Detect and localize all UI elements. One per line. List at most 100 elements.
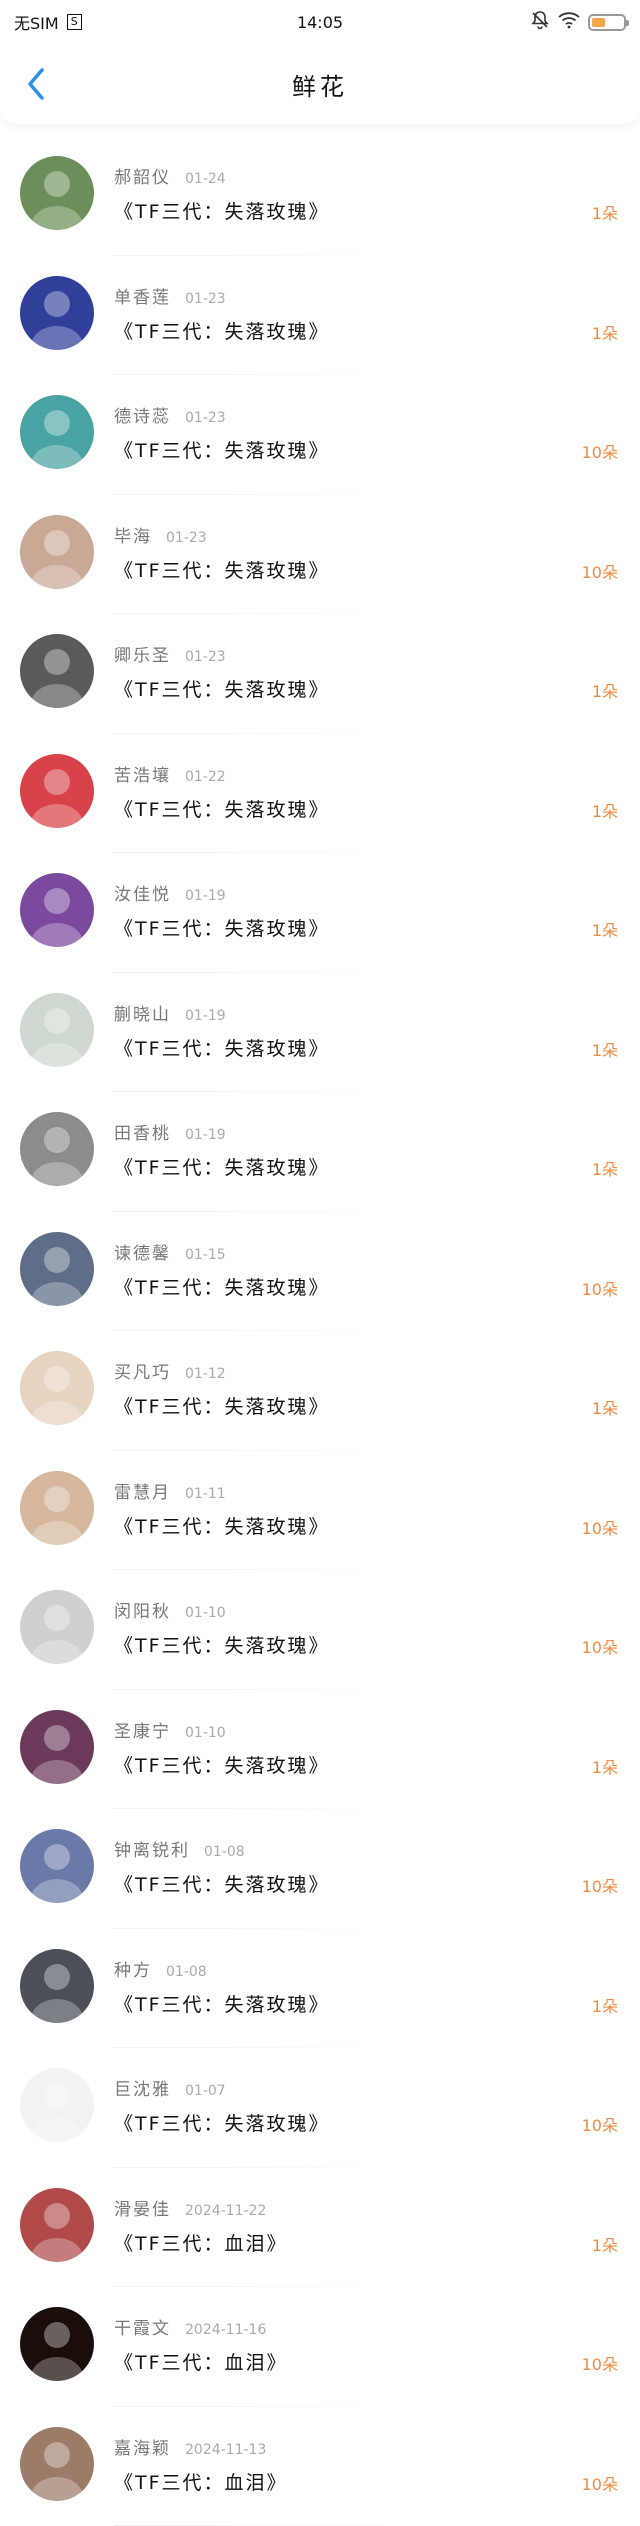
avatar[interactable] <box>20 515 94 589</box>
avatar[interactable] <box>20 634 94 708</box>
list-item[interactable]: 郝韶仪 01-24 《TF三代：失落玫瑰》 1朵 <box>0 136 640 256</box>
user-name: 蒯晓山 01-19 <box>114 1000 226 1025</box>
gift-date: 01-22 <box>185 769 226 785</box>
list-item[interactable]: 圣康宁01-10 《TF三代：失落玫瑰》 1朵 <box>0 1690 640 1810</box>
flower-count: 10朵 <box>582 1873 618 1897</box>
avatar[interactable] <box>20 276 94 350</box>
avatar[interactable] <box>20 1471 94 1545</box>
list-item[interactable]: 田香桃01-19 《TF三代：失落玫瑰》 1朵 <box>0 1092 640 1212</box>
list-item[interactable]: 谏德馨01-15 《TF三代：失落玫瑰》 10朵 <box>0 1212 640 1332</box>
user-name-text: 蒯晓山 <box>114 1005 171 1025</box>
gift-date: 01-10 <box>185 1605 226 1621</box>
avatar[interactable] <box>20 1710 94 1784</box>
user-name: 干霞文2024-11-16 <box>114 2314 266 2339</box>
user-name: 郝韶仪 01-24 <box>114 163 226 188</box>
user-name: 买凡巧01-12 <box>114 1358 226 1383</box>
avatar[interactable] <box>20 873 94 947</box>
book-title: 《TF三代：失落玫瑰》 <box>114 1751 330 1778</box>
list-item[interactable]: 闵阳秋01-10 《TF三代：失落玫瑰》 10朵 <box>0 1570 640 1690</box>
nav-header: 鲜花 <box>0 44 640 124</box>
avatar[interactable] <box>20 1351 94 1425</box>
sim-icon: S <box>67 14 82 30</box>
avatar[interactable] <box>20 1590 94 1664</box>
user-name: 种方 01-08 <box>114 1956 207 1981</box>
back-button[interactable] <box>18 64 54 104</box>
gift-date: 01-08 <box>166 1964 207 1980</box>
flower-count: 10朵 <box>582 1515 618 1539</box>
book-title: 《TF三代：失落玫瑰》 <box>114 1512 330 1539</box>
flower-count: 10朵 <box>582 439 618 463</box>
avatar[interactable] <box>20 395 94 469</box>
list-item[interactable]: 苦浩壤01-22 《TF三代：失落玫瑰》 1朵 <box>0 734 640 854</box>
book-title: 《TF三代：失落玫瑰》 <box>114 197 330 224</box>
flower-count: 10朵 <box>582 2112 618 2136</box>
avatar[interactable] <box>20 2188 94 2262</box>
avatar[interactable] <box>20 2068 94 2142</box>
avatar[interactable] <box>20 2427 94 2501</box>
book-title: 《TF三代：失落玫瑰》 <box>114 436 330 463</box>
list-item[interactable]: 单香莲01-23 《TF三代：失落玫瑰》 1朵 <box>0 256 640 376</box>
book-title: 《TF三代：失落玫瑰》 <box>114 1870 330 1897</box>
user-name-text: 滑晏佳 <box>114 2200 171 2220</box>
flower-count: 1朵 <box>592 200 618 224</box>
gift-date: 01-23 <box>166 530 207 546</box>
book-title: 《TF三代：失落玫瑰》 <box>114 1034 330 1061</box>
user-name-text: 郝韶仪 <box>114 168 171 188</box>
user-name-text: 雷慧月 <box>114 1483 171 1503</box>
list-item[interactable]: 干霞文2024-11-16 《TF三代：血泪》 10朵 <box>0 2287 640 2407</box>
flower-count: 1朵 <box>592 2232 618 2256</box>
avatar[interactable] <box>20 1829 94 1903</box>
gift-date: 01-19 <box>185 1008 226 1024</box>
silent-bell-icon <box>530 10 550 34</box>
list-item[interactable]: 种方01-08 《TF三代：失落玫瑰》 1朵 <box>0 1929 640 2049</box>
book-title: 《TF三代：血泪》 <box>114 2468 288 2495</box>
book-title: 《TF三代：血泪》 <box>114 2348 288 2375</box>
list-item[interactable]: 滑晏佳2024-11-22 《TF三代：血泪》 1朵 <box>0 2168 640 2288</box>
avatar[interactable] <box>20 993 94 1067</box>
carrier-label: 无SIM <box>14 10 59 34</box>
gift-date: 2024-11-13 <box>185 2442 266 2458</box>
user-name-text: 种方 <box>114 1961 152 1981</box>
avatar[interactable] <box>20 754 94 828</box>
list-item[interactable]: 巨沈雅01-07 《TF三代：失落玫瑰》 10朵 <box>0 2048 640 2168</box>
user-name: 苦浩壤01-22 <box>114 761 226 786</box>
list-item[interactable]: 雷慧月 01-11 《TF三代：失落玫瑰》 10朵 <box>0 1451 640 1571</box>
user-name-text: 田香桃 <box>114 1124 171 1144</box>
clock: 14:05 <box>297 13 343 32</box>
flower-count: 1朵 <box>592 320 618 344</box>
list-item[interactable]: 嘉海颖2024-11-13 《TF三代：血泪》 10朵 <box>0 2407 640 2526</box>
avatar[interactable] <box>20 2307 94 2381</box>
avatar[interactable] <box>20 1112 94 1186</box>
user-name-text: 汝佳悦 <box>114 885 171 905</box>
flower-count: 1朵 <box>592 1156 618 1180</box>
list-item[interactable]: 买凡巧01-12 《TF三代：失落玫瑰》 1朵 <box>0 1331 640 1451</box>
user-name-text: 嘉海颖 <box>114 2439 171 2459</box>
user-name: 单香莲01-23 <box>114 283 226 308</box>
battery-icon <box>588 14 626 31</box>
gift-date: 01-08 <box>204 1844 245 1860</box>
gift-date: 01-24 <box>185 171 226 187</box>
avatar[interactable] <box>20 1949 94 2023</box>
book-title: 《TF三代：失落玫瑰》 <box>114 675 330 702</box>
list-item[interactable]: 钟离锐利01-08 《TF三代：失落玫瑰》 10朵 <box>0 1809 640 1929</box>
status-bar: 无SIM S 14:05 <box>0 0 640 44</box>
gift-date: 01-15 <box>185 1247 226 1263</box>
gift-date: 01-11 <box>185 1486 226 1502</box>
flower-count: 1朵 <box>592 1993 618 2017</box>
book-title: 《TF三代：失落玫瑰》 <box>114 795 330 822</box>
list-item[interactable]: 汝佳悦01-19 《TF三代：失落玫瑰》 1朵 <box>0 853 640 973</box>
book-title: 《TF三代：失落玫瑰》 <box>114 1153 330 1180</box>
page-title: 鲜花 <box>0 67 640 102</box>
user-name: 雷慧月 01-11 <box>114 1478 226 1503</box>
list-item[interactable]: 毕海01-23 《TF三代：失落玫瑰》 10朵 <box>0 495 640 615</box>
user-name: 巨沈雅01-07 <box>114 2075 226 2100</box>
user-name: 谏德馨01-15 <box>114 1239 226 1264</box>
list-item[interactable]: 卿乐圣01-23 《TF三代：失落玫瑰》 1朵 <box>0 614 640 734</box>
chevron-left-icon <box>26 68 46 100</box>
avatar[interactable] <box>20 1232 94 1306</box>
list-item[interactable]: 德诗蕊01-23 《TF三代：失落玫瑰》 10朵 <box>0 375 640 495</box>
flower-count: 1朵 <box>592 798 618 822</box>
gift-date: 01-23 <box>185 291 226 307</box>
list-item[interactable]: 蒯晓山01-19 《TF三代：失落玫瑰》 1朵 <box>0 973 640 1093</box>
avatar[interactable] <box>20 156 94 230</box>
